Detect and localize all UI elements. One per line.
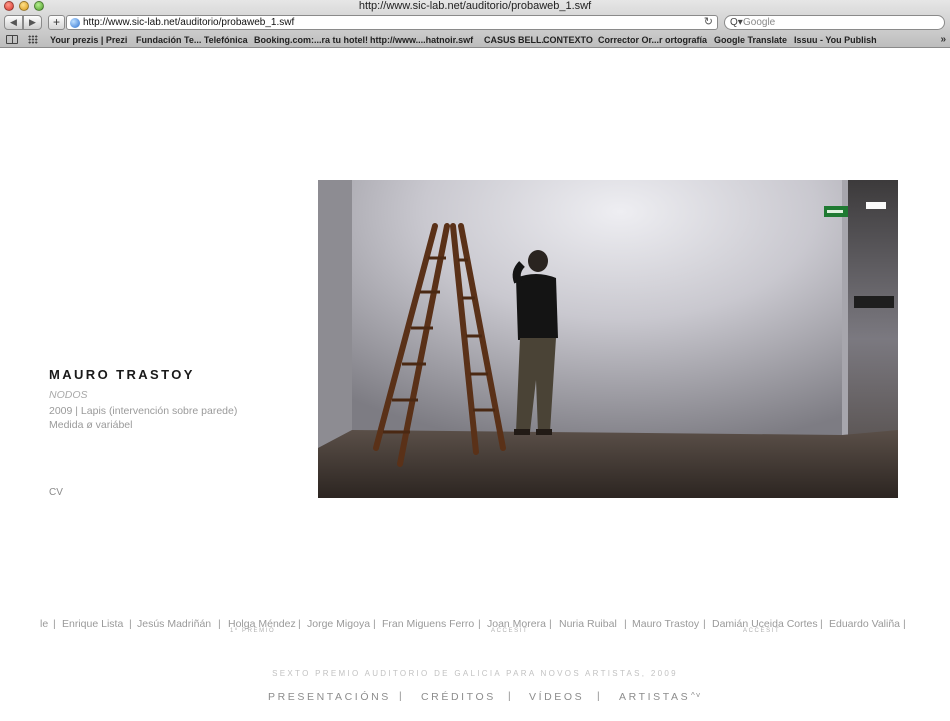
separator: | — [703, 618, 706, 630]
bookmark-item[interactable]: Issuu - You Publish — [794, 33, 877, 47]
browser-toolbar: ◀ ▶ + http://www.sic-lab.net/auditorio/p… — [0, 14, 950, 32]
bookmarks-bar: Your prezis | Prezi Fundación Te... Tele… — [0, 33, 950, 47]
artist-link[interactable]: Mauro Trastoy — [632, 617, 699, 631]
top-sites-grid-icon[interactable] — [28, 35, 38, 44]
artist-link[interactable]: le — [40, 617, 48, 631]
globe-icon — [70, 18, 80, 28]
artist-link[interactable]: Fran Miguens Ferro — [382, 617, 474, 631]
bookmark-item[interactable]: Your prezis | Prezi — [50, 33, 127, 47]
artwork-description: 2009 | Lapis (intervención sobre parede) — [49, 405, 238, 417]
plus-icon: + — [52, 15, 60, 29]
artist-link[interactable]: Eduardo Valiña — [829, 617, 900, 631]
footer-title: SEXTO PREMIO AUDITORIO DE GALICIA PARA N… — [272, 669, 678, 678]
separator: | — [549, 618, 552, 630]
prize-label: ACCESIT — [743, 628, 781, 634]
address-bar[interactable]: http://www.sic-lab.net/auditorio/probawe… — [66, 15, 718, 30]
title-bar: http://www.sic-lab.net/auditorio/probawe… — [0, 0, 950, 13]
scroll-arrows-icon[interactable]: ^˅ — [691, 690, 701, 702]
separator: | — [597, 691, 600, 702]
bookmark-item[interactable]: Fundación Te... Telefónica — [136, 33, 248, 47]
bookmark-item[interactable]: Corrector Or...r ortografía — [598, 33, 707, 47]
forward-button[interactable]: ▶ — [23, 15, 42, 30]
nav-presentacions[interactable]: PRESENTACIÓNS — [268, 690, 391, 704]
search-field[interactable]: Q▾ Google — [724, 15, 945, 30]
bookmark-item[interactable]: CASUS BELL... — [484, 33, 549, 47]
artist-name: MAURO TRASTOY — [49, 367, 195, 382]
more-bookmarks-icon[interactable]: » — [940, 33, 946, 47]
separator: | — [53, 618, 56, 630]
artwork-photo — [318, 180, 898, 498]
add-bookmark-button[interactable]: + — [48, 15, 65, 30]
nav-artistas[interactable]: ARTISTAS — [619, 690, 690, 704]
cv-link[interactable]: CV — [49, 487, 63, 498]
bookmarks-book-icon[interactable] — [6, 35, 18, 44]
address-bar-url[interactable]: http://www.sic-lab.net/auditorio/probawe… — [83, 16, 294, 29]
separator: | — [624, 618, 627, 630]
back-button[interactable]: ◀ — [4, 15, 23, 30]
separator: | — [129, 618, 132, 630]
window-title: http://www.sic-lab.net/auditorio/probawe… — [358, 0, 592, 12]
search-placeholder[interactable]: Google — [743, 16, 775, 29]
forward-arrow-icon: ▶ — [29, 17, 36, 27]
separator: | — [820, 618, 823, 630]
separator: | — [478, 618, 481, 630]
artist-link[interactable]: Nuria Ruibal — [559, 617, 617, 631]
separator: | — [373, 618, 376, 630]
search-icon[interactable]: Q▾ — [730, 16, 743, 29]
separator: | — [903, 618, 906, 630]
back-arrow-icon: ◀ — [10, 17, 17, 27]
separator: | — [298, 618, 301, 630]
bookmark-item[interactable]: CONTEXTO — [543, 33, 593, 47]
bookmark-item[interactable]: http://www....hatnoir.swf — [370, 33, 473, 47]
bookmark-item[interactable]: Google Translate — [714, 33, 787, 47]
gallery-scene-image — [318, 180, 898, 498]
bookmark-item[interactable]: Booking.com:...ra tu hotel! — [254, 33, 368, 47]
separator: | — [508, 691, 511, 702]
nav-creditos[interactable]: CRÉDITOS — [421, 690, 496, 704]
reload-icon[interactable]: ↻ — [704, 16, 713, 29]
artist-link[interactable]: Enrique Lista — [62, 617, 123, 631]
footer-nav: PRESENTACIÓNS | CRÉDITOS | VÍDEOS | ARTI… — [0, 690, 950, 706]
prize-label: ACCESIT — [491, 628, 529, 634]
artist-list: le | Enrique Lista | Jesús Madriñán | Ho… — [0, 617, 950, 641]
prize-label: 1º PREMIO — [230, 628, 276, 634]
browser-chrome: http://www.sic-lab.net/auditorio/probawe… — [0, 0, 950, 48]
artwork-size: Medida ø variábel — [49, 419, 133, 431]
separator: | — [218, 618, 221, 630]
artist-link[interactable]: Jesús Madriñán — [137, 617, 211, 631]
separator: | — [399, 691, 402, 702]
nav-videos[interactable]: VÍDEOS — [529, 690, 584, 704]
artwork-title: NODOS — [49, 389, 88, 401]
artist-link[interactable]: Jorge Migoya — [307, 617, 370, 631]
